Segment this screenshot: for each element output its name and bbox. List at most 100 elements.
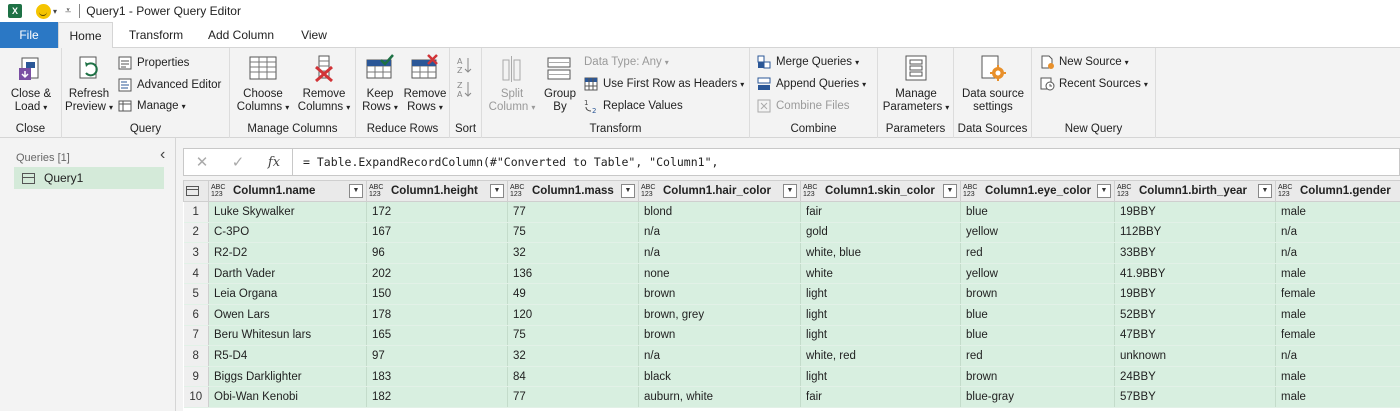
row-number[interactable]: 5 bbox=[183, 283, 209, 305]
recent-sources-dropdown-icon[interactable]: ▾ bbox=[1144, 80, 1148, 89]
table-cell[interactable]: Luke Skywalker bbox=[208, 201, 367, 223]
table-cell[interactable]: Owen Lars bbox=[208, 304, 367, 326]
table-cell[interactable]: blue-gray bbox=[960, 386, 1115, 408]
filter-dropdown-icon[interactable]: ▼ bbox=[1258, 184, 1272, 198]
table-cell[interactable]: light bbox=[800, 283, 961, 305]
close-load-button[interactable]: Close & Load ▾ bbox=[6, 54, 56, 114]
merge-queries-dropdown-icon[interactable]: ▾ bbox=[855, 58, 859, 67]
any-type-icon[interactable]: ABC 123 bbox=[641, 184, 659, 198]
table-cell[interactable]: unknown bbox=[1114, 345, 1276, 367]
remove-rows-button[interactable]: Remove Rows ▾ bbox=[402, 54, 448, 114]
table-cell[interactable]: 49 bbox=[507, 283, 639, 305]
table-cell[interactable]: 33BBY bbox=[1114, 242, 1276, 264]
row-number[interactable]: 4 bbox=[183, 263, 209, 285]
filter-dropdown-icon[interactable]: ▼ bbox=[783, 184, 797, 198]
table-cell[interactable]: Beru Whitesun lars bbox=[208, 325, 367, 347]
data-type-dropdown[interactable]: Data Type: Any ▾ bbox=[584, 52, 669, 72]
table-cell[interactable]: 183 bbox=[366, 366, 508, 388]
smiley-feedback-icon[interactable] bbox=[36, 3, 51, 19]
filter-dropdown-icon[interactable]: ▼ bbox=[1097, 184, 1111, 198]
table-cell[interactable]: blue bbox=[960, 325, 1115, 347]
table-cell[interactable]: 165 bbox=[366, 325, 508, 347]
close-load-dropdown-icon[interactable]: ▾ bbox=[43, 103, 47, 112]
data-source-settings-button[interactable]: Data source settings bbox=[956, 54, 1030, 114]
table-cell[interactable]: male bbox=[1275, 366, 1400, 388]
row-number[interactable]: 8 bbox=[183, 345, 209, 367]
table-cell[interactable]: 172 bbox=[366, 201, 508, 223]
tab-home[interactable]: Home bbox=[58, 22, 113, 49]
table-cell[interactable]: 52BBY bbox=[1114, 304, 1276, 326]
choose-columns-dropdown-icon[interactable]: ▾ bbox=[285, 103, 289, 112]
table-cell[interactable]: 182 bbox=[366, 386, 508, 408]
tab-transform[interactable]: Transform bbox=[118, 22, 194, 48]
table-menu-header[interactable] bbox=[183, 180, 209, 202]
row-number[interactable]: 10 bbox=[183, 386, 209, 408]
row-number[interactable]: 6 bbox=[183, 304, 209, 326]
filter-dropdown-icon[interactable]: ▼ bbox=[490, 184, 504, 198]
table-cell[interactable]: auburn, white bbox=[638, 386, 801, 408]
merge-queries-button[interactable]: Merge Queries ▾ bbox=[757, 52, 859, 72]
collapse-pane-icon[interactable]: ‹ bbox=[160, 146, 165, 164]
table-cell[interactable]: red bbox=[960, 242, 1115, 264]
table-cell[interactable]: n/a bbox=[1275, 345, 1400, 367]
table-cell[interactable]: light bbox=[800, 304, 961, 326]
row-number[interactable]: 7 bbox=[183, 325, 209, 347]
any-type-icon[interactable]: ABC 123 bbox=[1278, 184, 1296, 198]
table-cell[interactable]: female bbox=[1275, 283, 1400, 305]
table-cell[interactable]: fair bbox=[800, 386, 961, 408]
column-header[interactable]: ABC 123 Column1.hair_color ▼ bbox=[638, 180, 801, 202]
recent-sources-button[interactable]: Recent Sources ▾ bbox=[1040, 74, 1148, 94]
tab-add-column[interactable]: Add Column bbox=[198, 22, 284, 48]
table-cell[interactable]: brown bbox=[638, 283, 801, 305]
table-cell[interactable]: 150 bbox=[366, 283, 508, 305]
remove-columns-button[interactable]: Remove Columns ▾ bbox=[294, 54, 354, 114]
table-cell[interactable]: n/a bbox=[1275, 242, 1400, 264]
refresh-preview-button[interactable]: Refresh Preview ▾ bbox=[64, 54, 114, 114]
column-header[interactable]: ABC 123 Column1.birth_year ▼ bbox=[1114, 180, 1276, 202]
new-source-button[interactable]: New Source ▾ bbox=[1040, 52, 1129, 72]
any-type-icon[interactable]: ABC 123 bbox=[211, 184, 229, 198]
properties-button[interactable]: Properties bbox=[118, 53, 189, 73]
keep-rows-button[interactable]: Keep Rows ▾ bbox=[358, 54, 402, 114]
split-column-dropdown-icon[interactable]: ▾ bbox=[531, 103, 535, 112]
cancel-formula-icon[interactable]: ✕ bbox=[184, 153, 220, 171]
manage-button[interactable]: Manage ▾ bbox=[118, 96, 186, 116]
table-cell[interactable]: brown bbox=[638, 325, 801, 347]
table-cell[interactable]: brown, grey bbox=[638, 304, 801, 326]
advanced-editor-button[interactable]: Advanced Editor bbox=[118, 75, 221, 95]
table-cell[interactable]: 19BBY bbox=[1114, 283, 1276, 305]
row-number[interactable]: 3 bbox=[183, 242, 209, 264]
table-cell[interactable]: 32 bbox=[507, 242, 639, 264]
table-cell[interactable]: 167 bbox=[366, 222, 508, 244]
combine-files-button[interactable]: Combine Files bbox=[757, 96, 850, 116]
table-cell[interactable]: 178 bbox=[366, 304, 508, 326]
manage-dropdown-icon[interactable]: ▾ bbox=[182, 102, 186, 111]
any-type-icon[interactable]: ABC 123 bbox=[369, 184, 387, 198]
quick-access-customize-icon[interactable]: ⩡ bbox=[65, 5, 71, 18]
table-cell[interactable]: male bbox=[1275, 263, 1400, 285]
column-header[interactable]: ABC 123 Column1.skin_color ▼ bbox=[800, 180, 961, 202]
table-cell[interactable]: n/a bbox=[638, 222, 801, 244]
table-cell[interactable]: 112BBY bbox=[1114, 222, 1276, 244]
table-cell[interactable]: 202 bbox=[366, 263, 508, 285]
table-cell[interactable]: 75 bbox=[507, 222, 639, 244]
table-cell[interactable]: male bbox=[1275, 304, 1400, 326]
row-number[interactable]: 1 bbox=[183, 201, 209, 223]
use-first-row-dropdown-icon[interactable]: ▾ bbox=[740, 80, 744, 89]
table-cell[interactable]: blond bbox=[638, 201, 801, 223]
filter-dropdown-icon[interactable]: ▼ bbox=[943, 184, 957, 198]
table-cell[interactable]: Obi-Wan Kenobi bbox=[208, 386, 367, 408]
feedback-dropdown-icon[interactable]: ▾ bbox=[53, 7, 57, 16]
table-cell[interactable]: C-3PO bbox=[208, 222, 367, 244]
table-cell[interactable]: blue bbox=[960, 304, 1115, 326]
table-cell[interactable]: n/a bbox=[1275, 222, 1400, 244]
manage-parameters-dropdown-icon[interactable]: ▾ bbox=[945, 103, 949, 112]
column-header[interactable]: ABC 123 Column1.name ▼ bbox=[208, 180, 367, 202]
table-cell[interactable]: red bbox=[960, 345, 1115, 367]
split-column-button[interactable]: Split Column ▾ bbox=[486, 54, 538, 114]
tab-file[interactable]: File bbox=[0, 22, 58, 48]
table-cell[interactable]: male bbox=[1275, 386, 1400, 408]
table-cell[interactable]: light bbox=[800, 325, 961, 347]
any-type-icon[interactable]: ABC 123 bbox=[1117, 184, 1135, 198]
table-cell[interactable]: 136 bbox=[507, 263, 639, 285]
